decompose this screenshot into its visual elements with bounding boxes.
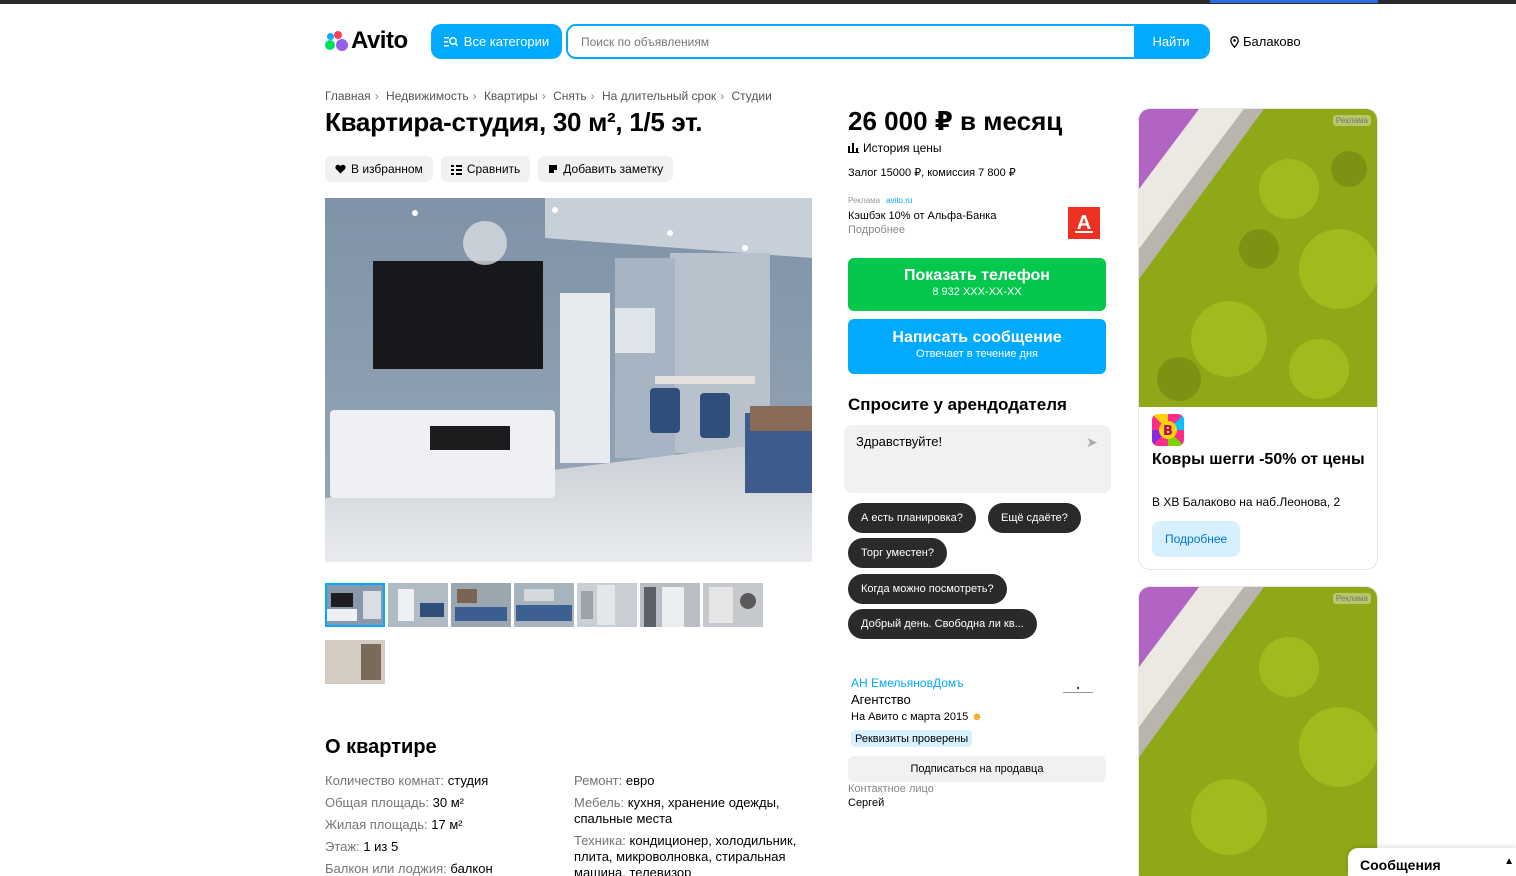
breadcrumb-item[interactable]: Снять bbox=[553, 89, 587, 103]
ad-label: Реклама bbox=[1332, 593, 1371, 604]
ad-title: Ковры шегги -50% от цены bbox=[1152, 451, 1365, 468]
all-categories-label: Все категории bbox=[463, 34, 550, 49]
breadcrumb-item[interactable]: Квартиры bbox=[484, 89, 538, 103]
quick-question-chip[interactable]: А есть планировка? bbox=[848, 503, 976, 533]
show-phone-label: Показать телефон bbox=[904, 267, 1050, 284]
add-note-button[interactable]: Добавить заметку bbox=[538, 156, 674, 182]
subscribe-seller-button[interactable]: Подписаться на продавца bbox=[848, 756, 1106, 782]
listing-title: Квартира-студия, 30 м², 1/5 эт. bbox=[325, 107, 703, 137]
search-input[interactable] bbox=[568, 26, 1134, 57]
carpet-ad-card[interactable]: Реклама B Ковры шегги -50% от цены В ХВ … bbox=[1138, 108, 1378, 570]
smile-badge-icon: ☻ bbox=[971, 711, 983, 723]
breadcrumb-item[interactable]: Недвижимость bbox=[386, 89, 469, 103]
location-pin-icon bbox=[1230, 35, 1239, 48]
carpet-ad-card-2[interactable]: Реклама bbox=[1138, 586, 1378, 876]
param-row: Этаж: 1 из 5 bbox=[325, 839, 399, 854]
breadcrumb-item[interactable]: На длительный срок bbox=[602, 89, 716, 103]
carpet-ad-image: Реклама bbox=[1139, 109, 1377, 407]
param-row: Жилая площадь: 17 м² bbox=[325, 817, 463, 832]
advertiser-logo: B bbox=[1152, 414, 1184, 446]
thumbnail[interactable] bbox=[577, 583, 637, 627]
param-row: Количество комнат: студия bbox=[325, 773, 489, 788]
ad-domain: avito.ru bbox=[886, 196, 913, 205]
location-label: Балаково bbox=[1243, 34, 1301, 49]
search-button[interactable]: Найти bbox=[1134, 26, 1208, 57]
write-message-label: Написать сообщение bbox=[892, 329, 1062, 346]
quick-question-chip[interactable]: Когда можно посмотреть? bbox=[848, 574, 1007, 604]
ad-more-button[interactable]: Подробнее bbox=[1152, 521, 1241, 557]
compare-label: Сравнить bbox=[466, 162, 521, 176]
param-row: Ремонт: евро bbox=[574, 773, 655, 788]
listing-actions: В избранном Сравнить Добавить заметку bbox=[325, 156, 674, 182]
top-strip bbox=[0, 0, 1516, 4]
favorite-label: В избранном bbox=[351, 162, 423, 176]
breadcrumb-item[interactable]: Студии bbox=[732, 89, 772, 103]
about-title: О квартире bbox=[325, 736, 437, 758]
thumbnail[interactable] bbox=[514, 583, 574, 627]
alfa-bank-logo: А bbox=[1068, 207, 1100, 239]
chevron-up-icon[interactable]: ▲ bbox=[1504, 856, 1514, 867]
heart-icon bbox=[335, 164, 346, 174]
ad-label: Реклама bbox=[1332, 115, 1371, 126]
messages-panel[interactable]: Сообщения ▲ bbox=[1348, 848, 1516, 876]
thumbnail[interactable] bbox=[325, 583, 385, 627]
seller-type: Агентство bbox=[851, 692, 911, 707]
seller-name-link[interactable]: АН ЕмельяновДомъ bbox=[851, 676, 964, 690]
thumbnail[interactable] bbox=[325, 640, 385, 684]
send-icon[interactable]: ➤ bbox=[1086, 434, 1098, 451]
param-row: Балкон или лоджия: балкон bbox=[325, 861, 493, 876]
ad-subtitle: В ХВ Балаково на наб.Леонова, 2 bbox=[1152, 495, 1341, 509]
breadcrumb-item[interactable]: Главная bbox=[325, 89, 371, 103]
contact-person-name: Сергей bbox=[848, 797, 885, 809]
contact-person-label: Контактное лицо bbox=[848, 783, 934, 795]
param-row: Мебель: кухня, хранение одежды, спальные… bbox=[574, 795, 780, 826]
show-phone-button[interactable]: Показать телефон 8 932 XXX-XX-XX bbox=[848, 258, 1106, 311]
compare-icon bbox=[450, 164, 462, 175]
param-row: Общая площадь: 30 м² bbox=[325, 795, 465, 810]
quick-question-chip[interactable]: Ещё сдаёте? bbox=[988, 503, 1081, 533]
favorite-button[interactable]: В избранном bbox=[325, 156, 433, 182]
location-selector[interactable]: Балаково bbox=[1230, 34, 1301, 49]
params-right: Ремонт: евро Мебель: кухня, хранение оде… bbox=[574, 773, 812, 876]
ad-label: Реклама bbox=[848, 196, 881, 205]
seller-logo[interactable] bbox=[1058, 678, 1098, 704]
breadcrumb: Главная › Недвижимость › Квартиры › Снять › … bbox=[325, 89, 772, 103]
logo-text: Avito bbox=[351, 27, 408, 54]
write-message-button[interactable]: Написать сообщение Отвечает в течение дн… bbox=[848, 319, 1106, 374]
svg-text:B: B bbox=[1163, 424, 1173, 439]
ask-landlord-title: Спросите у арендодателя bbox=[848, 395, 1067, 414]
price-history-label: История цены bbox=[863, 141, 942, 155]
carpet-ad-image: Реклама bbox=[1139, 587, 1377, 876]
avito-logo[interactable]: Avito bbox=[325, 27, 408, 55]
thumbnail[interactable] bbox=[388, 583, 448, 627]
params-left: Количество комнат: студия Общая площадь:… bbox=[325, 773, 555, 876]
all-categories-button[interactable]: Все категории bbox=[431, 24, 562, 59]
quick-question-chip[interactable]: Торг уместен? bbox=[848, 538, 947, 568]
deposit-info: Залог 15000 ₽, комиссия 7 800 ₽ bbox=[848, 167, 1016, 179]
compare-button[interactable]: Сравнить bbox=[440, 156, 531, 182]
thumbnail[interactable] bbox=[703, 583, 763, 627]
main-photo[interactable] bbox=[325, 198, 812, 562]
response-time: Отвечает в течение дня bbox=[915, 348, 1039, 360]
logo-dots-icon bbox=[325, 30, 349, 52]
messages-label: Сообщения bbox=[1360, 857, 1441, 873]
seller-since: На Авито с марта 2015 ☻ bbox=[851, 711, 983, 723]
price-history-link[interactable]: История цены bbox=[848, 141, 942, 155]
ask-message-input[interactable]: Здравствуйте! bbox=[844, 425, 1111, 493]
price: 26 000 ₽ в месяц bbox=[848, 106, 1063, 136]
search-bar: Найти bbox=[566, 24, 1210, 59]
thumbnail[interactable] bbox=[640, 583, 700, 627]
verified-badge: Реквизиты проверены bbox=[851, 730, 973, 747]
apartment-photo bbox=[325, 198, 812, 562]
add-note-label: Добавить заметку bbox=[563, 162, 664, 176]
thumbnail[interactable] bbox=[451, 583, 511, 627]
chart-bars-icon bbox=[848, 143, 859, 153]
quick-question-chip[interactable]: Добрый день. Свободна ли кв... bbox=[848, 609, 1037, 639]
menu-search-icon bbox=[443, 36, 458, 46]
note-icon bbox=[549, 165, 558, 173]
phone-number-masked: 8 932 XXX-XX-XX bbox=[932, 286, 1022, 298]
param-row: Техника: кондиционер, холодильник, плита… bbox=[574, 833, 797, 876]
